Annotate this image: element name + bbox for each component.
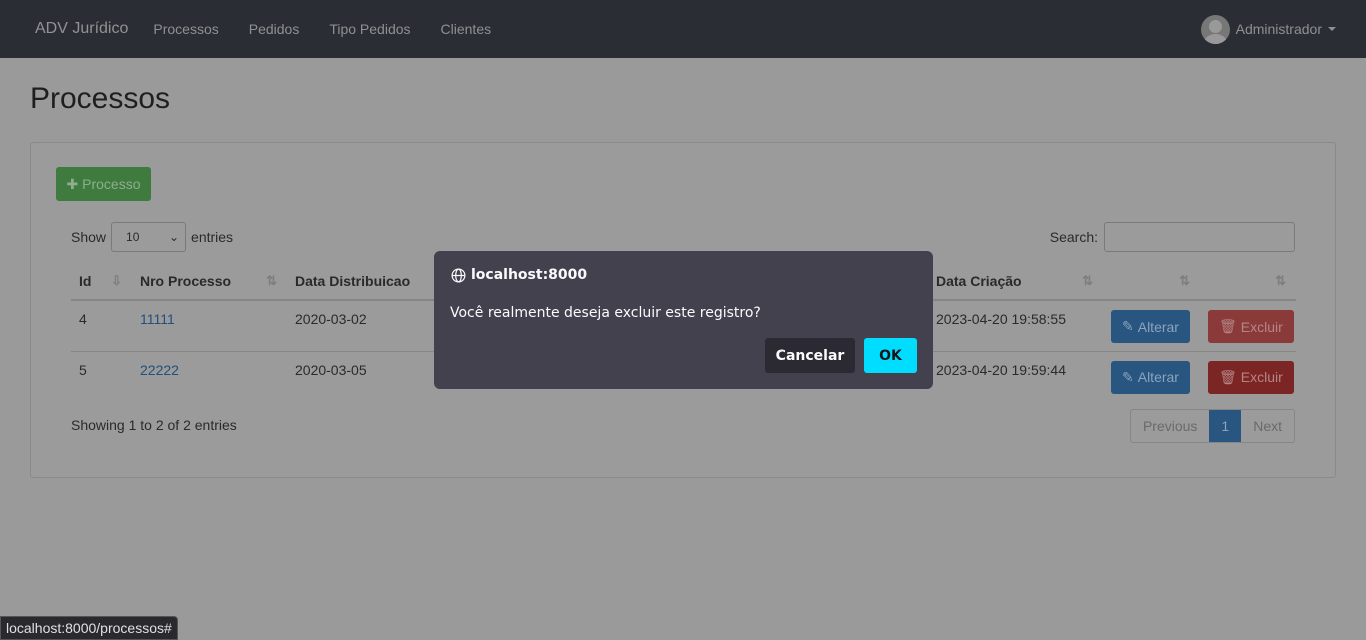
page-length: Show 10 ⌄ entries bbox=[71, 222, 233, 252]
ok-button[interactable]: OK bbox=[864, 338, 917, 373]
sort-asc-icon: ⇩ bbox=[111, 273, 122, 288]
sort-icon: ⇅ bbox=[1082, 273, 1093, 288]
confirm-dialog: localhost:8000 Você realmente deseja exc… bbox=[434, 251, 933, 389]
next-button[interactable]: Next bbox=[1241, 410, 1294, 442]
trash-icon: 🗑 bbox=[1219, 318, 1237, 334]
chevron-down-icon: ⌄ bbox=[168, 230, 180, 244]
avatar bbox=[1200, 14, 1230, 44]
edit-icon: ✎ bbox=[1122, 368, 1134, 385]
header-nro-processo[interactable]: Nro Processo ⇅ bbox=[132, 262, 287, 301]
brand[interactable]: ADV Jurídico bbox=[35, 20, 128, 38]
dialog-origin: localhost:8000 bbox=[471, 267, 588, 283]
nav-tipo-pedidos[interactable]: Tipo Pedidos bbox=[329, 21, 410, 37]
processo-link[interactable]: 22222 bbox=[140, 362, 179, 378]
nav-processos[interactable]: Processos bbox=[153, 21, 218, 37]
nav-pedidos[interactable]: Pedidos bbox=[249, 21, 300, 37]
user-name: Administrador bbox=[1235, 21, 1322, 37]
header-id[interactable]: Id ⇩ bbox=[71, 262, 132, 301]
alterar-button[interactable]: ✎ Alterar bbox=[1111, 360, 1190, 394]
search: Search: bbox=[1050, 222, 1295, 252]
page-1-button[interactable]: 1 bbox=[1209, 410, 1242, 442]
cell-data-criacao: 2023-04-20 19:59:44 bbox=[936, 361, 1066, 378]
plus-icon: ✚ bbox=[66, 175, 83, 192]
sort-icon: ⇅ bbox=[1179, 273, 1190, 288]
cell-data-criacao: 2023-04-20 19:58:55 bbox=[928, 300, 1103, 352]
page-size-select[interactable]: 10 ⌄ bbox=[111, 222, 187, 252]
excluir-button[interactable]: 🗑 Excluir bbox=[1208, 310, 1294, 343]
search-label: Search: bbox=[1049, 229, 1098, 245]
table-info: Showing 1 to 2 of 2 entries bbox=[71, 417, 237, 433]
trash-icon: 🗑 bbox=[1219, 368, 1237, 385]
navbar: ADV Jurídico Processos Pedidos Tipo Pedi… bbox=[0, 0, 1366, 58]
sort-icon: ⇅ bbox=[1275, 273, 1286, 288]
header-data-distribuicao[interactable]: Data Distribuicao bbox=[287, 262, 437, 301]
page-size-value: 10 bbox=[126, 230, 140, 244]
search-input[interactable] bbox=[1104, 222, 1295, 252]
edit-icon: ✎ bbox=[1122, 318, 1134, 334]
cell-data-distribuicao: 2020-03-02 bbox=[287, 300, 437, 352]
user-menu[interactable]: Administrador bbox=[1200, 14, 1336, 44]
entries-label: entries bbox=[191, 229, 234, 245]
cell-id: 4 bbox=[71, 300, 132, 352]
excluir-button[interactable]: 🗑 Excluir bbox=[1208, 360, 1294, 394]
cancel-button[interactable]: Cancelar bbox=[765, 338, 855, 373]
nav-clientes[interactable]: Clientes bbox=[441, 21, 492, 37]
processo-link[interactable]: 11111 bbox=[140, 311, 175, 327]
cell-data-distribuicao: 2020-03-05 bbox=[295, 361, 367, 378]
show-label: Show bbox=[71, 229, 107, 245]
previous-button[interactable]: Previous bbox=[1131, 410, 1209, 442]
pagination: Previous 1 Next bbox=[1129, 409, 1295, 443]
caret-down-icon bbox=[1328, 27, 1336, 31]
header-data-criacao[interactable]: Data Criação ⇅ bbox=[928, 262, 1103, 301]
header-actions-1[interactable]: ⇅ bbox=[1103, 262, 1200, 301]
alterar-button[interactable]: ✎ Alterar bbox=[1111, 310, 1190, 343]
sort-icon: ⇅ bbox=[266, 273, 277, 288]
status-bar-url: localhost:8000/processos# bbox=[0, 616, 178, 640]
cell-id: 5 bbox=[79, 361, 87, 378]
add-processo-button[interactable]: ✚ Processo bbox=[56, 167, 151, 201]
dialog-message: Você realmente deseja excluir este regis… bbox=[450, 305, 761, 321]
globe-icon bbox=[451, 268, 466, 282]
page-title: Processos bbox=[30, 82, 171, 115]
header-actions-2[interactable]: ⇅ bbox=[1200, 262, 1296, 301]
